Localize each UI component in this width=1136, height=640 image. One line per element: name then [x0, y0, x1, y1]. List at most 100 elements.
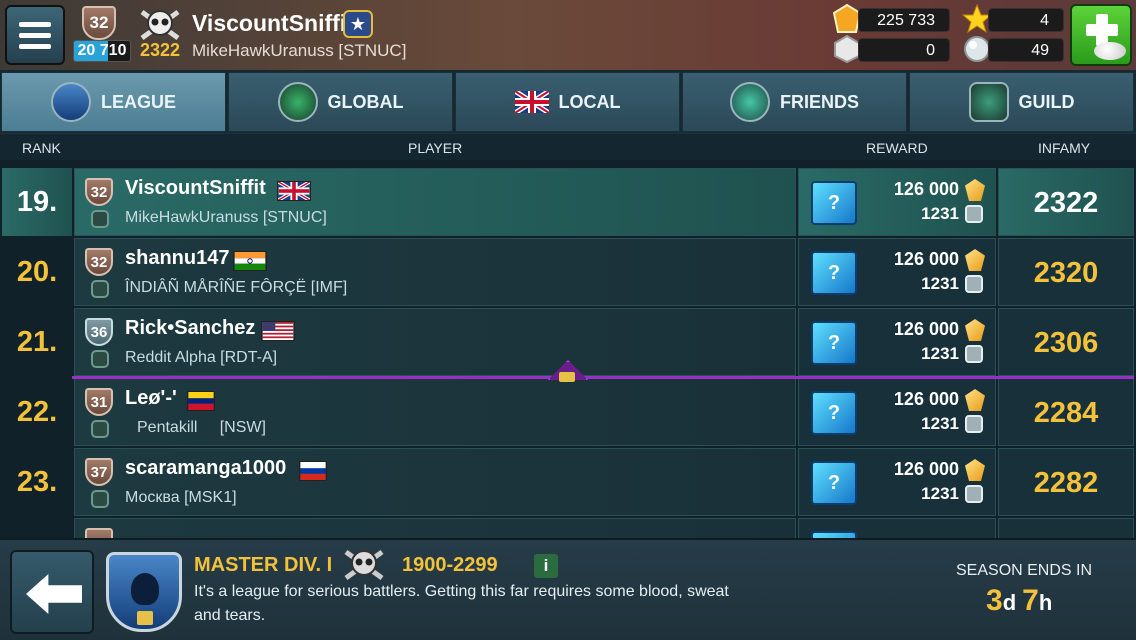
- reward-silver: 1231: [921, 344, 959, 363]
- level-badge: 36: [85, 318, 113, 346]
- row-reward: ? 126 000 1231: [798, 378, 996, 446]
- division-description: It's a league for serious battlers. Gett…: [194, 583, 729, 624]
- player-infamy: 2322: [140, 40, 181, 60]
- reward-silver: 1231: [921, 274, 959, 293]
- table-row[interactable]: 23. 37 scaramanga1000 Москва [MSK1] ? 12…: [2, 448, 1134, 516]
- row-rank: 19.: [2, 168, 72, 236]
- level-badge: 32: [85, 178, 113, 206]
- menu-button[interactable]: [5, 5, 65, 65]
- reward-gold: 126 000: [893, 459, 959, 479]
- leaderboard-list[interactable]: 19. 32 ViscountSniffit MikeHawkUranuss […: [0, 160, 1136, 538]
- row-infamy: 2306: [998, 308, 1134, 376]
- tab-friends[interactable]: FRIENDS: [682, 72, 907, 132]
- chest-icon: ?: [811, 251, 857, 295]
- tab-league[interactable]: LEAGUE: [1, 72, 226, 132]
- row-rank: 20.: [16, 256, 58, 288]
- row-infamy: 2284: [998, 378, 1134, 446]
- player-name: Rick•Sanchez: [125, 317, 256, 339]
- guild-icon: [91, 280, 109, 298]
- reward-silver: 1231: [921, 414, 959, 433]
- season-countdown: 3d 7h: [986, 584, 1058, 618]
- gold-gem-icon: [965, 179, 985, 201]
- back-button[interactable]: [10, 550, 94, 634]
- player-guild: Pentakill [NSW]: [137, 419, 266, 436]
- rank-header: RANK: [22, 140, 61, 156]
- reward-gold: 126 000: [893, 319, 959, 339]
- division-level-icon: [559, 372, 575, 382]
- guild-icon: [91, 350, 109, 368]
- player-guild: MikeHawkUranuss [STNUC]: [125, 209, 327, 226]
- table-row[interactable]: 19. 32 ViscountSniffit MikeHawkUranuss […: [2, 168, 1134, 236]
- table-header: RANK PLAYER REWARD INFAMY: [0, 134, 1136, 160]
- menu-icon-line: [19, 43, 51, 49]
- hours-unit: h: [1038, 590, 1053, 615]
- player-name: ViscountSniffit: [125, 177, 266, 199]
- row-player: [74, 518, 796, 538]
- row-player: 37 scaramanga1000 Москва [MSK1]: [74, 448, 796, 516]
- player-guild: MikeHawkUranuss [STNUC]: [192, 41, 407, 60]
- row-infamy: 2320: [998, 238, 1134, 306]
- tab-label: GUILD: [1018, 91, 1075, 112]
- gold-amount: 225 733: [858, 8, 950, 32]
- tab-local[interactable]: LOCAL: [455, 72, 680, 132]
- info-button[interactable]: i: [534, 554, 558, 578]
- level-badge: 37: [85, 458, 113, 486]
- gold-gem-icon: [965, 319, 985, 341]
- level-badge: [85, 528, 113, 538]
- player-guild: Москва [MSK1]: [125, 489, 237, 506]
- plus-icon: [1086, 24, 1118, 36]
- league-icon: [50, 82, 91, 122]
- silver-coin-icon: [965, 205, 983, 223]
- player-name: shannu147: [125, 247, 230, 269]
- global-icon: [277, 82, 318, 122]
- row-player: 36 Rick•Sanchez Reddit Alpha [RDT-A]: [74, 308, 796, 376]
- star-rank-icon: ★: [343, 10, 373, 38]
- chest-icon: ?: [811, 461, 857, 505]
- reward-header: REWARD: [866, 140, 928, 156]
- league-badge-icon: [106, 552, 182, 632]
- player-guild: ÎNDIÂÑ MÅRÎÑE FÔRÇË [IMF]: [125, 279, 348, 296]
- tab-guild[interactable]: GUILD: [909, 72, 1134, 132]
- row-infamy: 2322: [998, 168, 1134, 236]
- hours-value: 7: [1022, 584, 1039, 617]
- silver-coin-icon: [965, 345, 983, 363]
- chest-icon: ?: [811, 391, 857, 435]
- tab-label: FRIENDS: [779, 91, 859, 112]
- row-reward: ? 126 000 1231: [798, 448, 996, 516]
- tab-global[interactable]: GLOBAL: [228, 72, 453, 132]
- guild-icon: [91, 490, 109, 508]
- table-row-partial[interactable]: [2, 518, 1134, 538]
- player-header: PLAYER: [408, 140, 463, 156]
- uk-flag-icon: [277, 181, 311, 201]
- chest-icon: [811, 531, 857, 538]
- division-title: MASTER DIV. I: [194, 554, 333, 576]
- reward-silver: 1231: [921, 484, 959, 503]
- gold-gem-icon: [965, 459, 985, 481]
- xp-value: 20 710: [77, 42, 127, 59]
- usa-flag-icon: [261, 321, 295, 341]
- infamy-header: INFAMY: [1038, 140, 1091, 156]
- table-row[interactable]: 22. 31 Leø'-' Pentakill [NSW] ? 126 000 …: [2, 378, 1134, 446]
- pearls-amount: 49: [988, 38, 1064, 62]
- buy-currency-button[interactable]: [1070, 4, 1132, 66]
- table-row[interactable]: 20. 32 shannu147 ÎNDIÂÑ MÅRÎÑE FÔRÇË [IM…: [2, 238, 1134, 306]
- days-value: 3: [986, 584, 1003, 617]
- silver-coin-icon: [965, 275, 983, 293]
- tab-label: LOCAL: [558, 91, 621, 112]
- league-info-panel: MASTER DIV. I 1900-2299 i It's a league …: [0, 538, 1136, 640]
- india-flag-icon: [233, 251, 267, 271]
- xp-bar: 20 710: [73, 40, 131, 62]
- level-badge: 31: [85, 388, 113, 416]
- division-level-icon: [137, 611, 153, 625]
- venezuela-flag-icon: [187, 391, 215, 411]
- level-badge: 32: [82, 6, 116, 40]
- row-reward: ? 126 000 1231: [798, 308, 996, 376]
- guild-icon: [968, 82, 1009, 122]
- tab-label: GLOBAL: [327, 91, 404, 112]
- player-name: ViscountSniffit: [192, 10, 354, 36]
- leaderboard-tabs: LEAGUE GLOBAL LOCAL FRIENDS GUILD: [0, 70, 1136, 133]
- row-reward: ? 126 000 1231: [798, 168, 996, 236]
- skull-icon: [344, 549, 384, 581]
- row-rank: 22.: [16, 396, 58, 428]
- gold-gem-icon: [965, 389, 985, 411]
